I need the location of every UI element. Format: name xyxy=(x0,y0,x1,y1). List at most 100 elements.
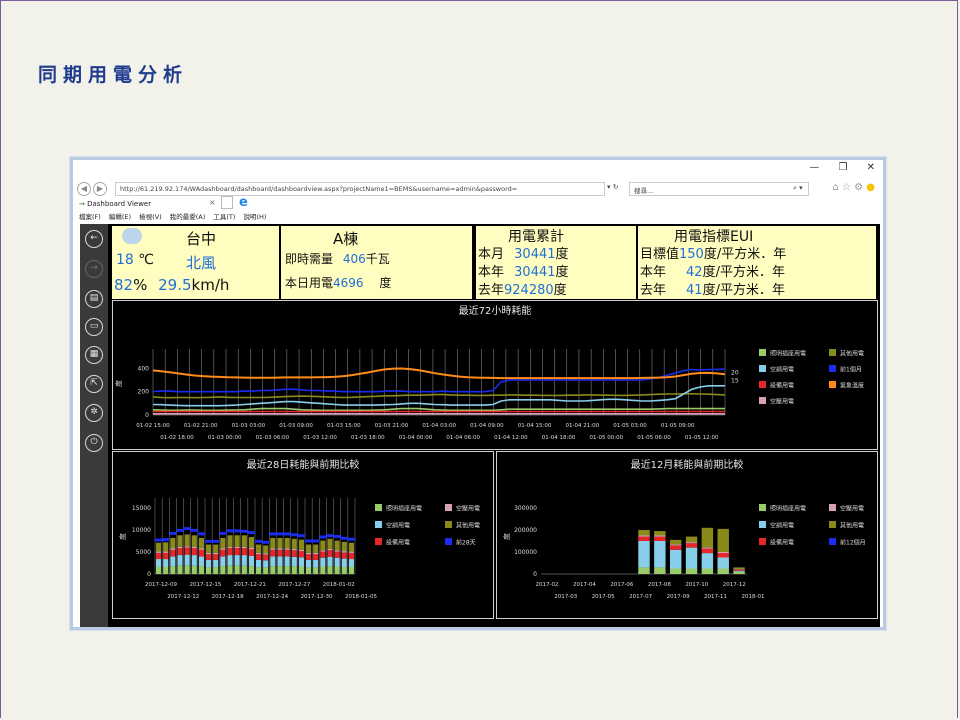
folder-icon[interactable]: ▭ xyxy=(85,318,103,336)
legend-swatch xyxy=(445,538,452,545)
back-icon[interactable]: ◀ xyxy=(77,182,91,196)
close-button[interactable]: ✕ xyxy=(867,162,875,173)
save-icon[interactable]: ▦ xyxy=(85,346,103,364)
y-tick-label: 10000 xyxy=(132,527,151,534)
menu-file[interactable]: 檔案(F) xyxy=(79,213,101,221)
x-tick-label: 01-04 12:00 xyxy=(494,435,528,441)
sidebar: ← → ▤ ▭ ▦ ⇱ ✲ ⏻ xyxy=(80,224,108,627)
settings-icon[interactable]: ✲ xyxy=(85,404,103,422)
today-unit: 度 xyxy=(379,276,392,290)
tab-dashboard-viewer[interactable]: ⇝ Dashboard Viewer xyxy=(79,198,229,211)
bar-segment xyxy=(306,559,312,568)
cumulative-unit: 度 xyxy=(555,247,569,262)
prev-period-marker xyxy=(297,534,305,538)
legend-label: 照明插座用電 xyxy=(386,505,422,513)
forward-icon[interactable]: ▶ xyxy=(93,182,107,196)
legend-label: 前28天 xyxy=(456,539,476,547)
legend-swatch xyxy=(759,381,766,388)
bar-segment xyxy=(348,566,354,574)
bar-segment xyxy=(184,547,190,555)
bar-segment xyxy=(227,548,233,556)
demand-row: 即時需量 406千瓦 xyxy=(285,250,390,267)
menu-edit[interactable]: 編輯(E) xyxy=(109,213,131,221)
minimize-button[interactable]: — xyxy=(809,162,819,173)
new-tab-button[interactable] xyxy=(221,196,233,209)
temperature-row: 18 ℃ xyxy=(116,252,154,268)
x-tick-label: 01-03 12:00 xyxy=(303,435,337,441)
bar-segment xyxy=(277,549,283,557)
menu-favorites[interactable]: 我的最愛(A) xyxy=(170,213,206,221)
bar-segment xyxy=(177,535,183,547)
smiley-icon[interactable]: ● xyxy=(866,182,875,193)
bar-segment xyxy=(191,565,197,574)
eui-row-lastyear: 去年 41度/平方米．年 xyxy=(640,279,785,298)
bar-segment xyxy=(170,556,176,567)
eui-label: 去年 xyxy=(640,283,667,298)
menu-help[interactable]: 說明(H) xyxy=(244,213,267,221)
bar-segment xyxy=(234,548,240,556)
document-icon[interactable]: ▤ xyxy=(85,290,103,308)
tab-close-icon[interactable]: × xyxy=(209,198,216,207)
window-controls: — ❐ ✕ xyxy=(793,162,875,173)
x-tick-label: 2017-10 xyxy=(685,582,708,588)
export-icon[interactable]: ⇱ xyxy=(85,375,103,393)
prev-period-marker xyxy=(155,538,163,542)
y-tick-label: 100000 xyxy=(514,549,537,556)
bar-segment xyxy=(156,566,162,574)
back-arrow-icon[interactable]: ← xyxy=(85,230,103,248)
bar-segment xyxy=(270,537,276,549)
toolbar-icons[interactable]: ⌂ ☆ ⚙ ● xyxy=(832,182,875,193)
tab-title: Dashboard Viewer xyxy=(87,200,152,208)
bar-segment xyxy=(669,539,682,545)
bar-segment xyxy=(313,559,319,568)
dashboard-app: ← → ▤ ▭ ▦ ⇱ ✲ ⏻ 台中 18 ℃ 北風 82% 29.5km/h … xyxy=(80,224,880,627)
menu-view[interactable]: 檢視(V) xyxy=(139,213,162,221)
address-row: ◀ ▶ http://61.219.92.174/WAdashboard/das… xyxy=(73,181,883,198)
bar-segment xyxy=(241,535,247,547)
y-tick-label: 15000 xyxy=(132,505,151,512)
eui-unit: 度/平方米．年 xyxy=(703,247,787,262)
legend-label: 設備用電 xyxy=(386,539,410,547)
search-input[interactable]: 搜尋... xyxy=(629,182,809,196)
legend-label: 前1個月 xyxy=(840,366,862,374)
prev-period-marker xyxy=(262,540,270,544)
search-icon[interactable]: ⌕ ▾ xyxy=(793,184,803,193)
legend-label: 設備用電 xyxy=(770,382,794,390)
bar-segment xyxy=(685,536,698,543)
bar-segment xyxy=(669,568,682,574)
bar-segment xyxy=(717,557,729,569)
refresh-icon[interactable]: ▾ ↻ xyxy=(607,183,619,191)
bar-segment xyxy=(291,556,297,567)
bar-segment xyxy=(320,551,326,558)
bar-segment xyxy=(191,555,197,566)
menu-tools[interactable]: 工具(T) xyxy=(213,213,235,221)
power-icon[interactable]: ⏻ xyxy=(85,434,103,452)
wind-speed-unit: km/h xyxy=(191,276,230,294)
prev-period-marker xyxy=(183,527,191,531)
chart-28d-title: 最近28日耗能與前期比較 xyxy=(246,460,360,471)
prev-period-marker xyxy=(319,535,327,539)
forward-arrow-icon[interactable]: → xyxy=(85,260,103,278)
cumulative-label: 本年 xyxy=(478,265,505,280)
bar-segment xyxy=(638,567,650,574)
cumulative-value: 30441 xyxy=(514,265,556,280)
bar-segment xyxy=(701,527,714,548)
x-tick-label: 2017-06 xyxy=(610,582,633,588)
x-tick-label: 2017-08 xyxy=(648,582,671,588)
restore-button[interactable]: ❐ xyxy=(838,162,847,173)
eui-card: 用電指標EUI 目標值150度/平方米．年 本年 42度/平方米．年 去年 41度/… xyxy=(638,226,876,299)
x-tick-label: 2017-04 xyxy=(573,582,596,588)
prev-period-marker xyxy=(283,532,291,536)
legend-swatch xyxy=(759,504,766,511)
legend-swatch xyxy=(445,504,452,511)
address-bar[interactable]: http://61.219.92.174/WAdashboard/dashboa… xyxy=(115,182,605,196)
x-tick-label: 01-03 21:00 xyxy=(375,423,409,429)
bar-segment xyxy=(248,566,254,574)
bar-segment xyxy=(241,555,247,566)
cloud-icon xyxy=(122,228,142,244)
bar-segment xyxy=(227,555,233,566)
bar-segment xyxy=(213,559,219,568)
bar-segment xyxy=(263,560,269,568)
bar-segment xyxy=(241,546,247,549)
demand-value: 406 xyxy=(342,252,366,266)
